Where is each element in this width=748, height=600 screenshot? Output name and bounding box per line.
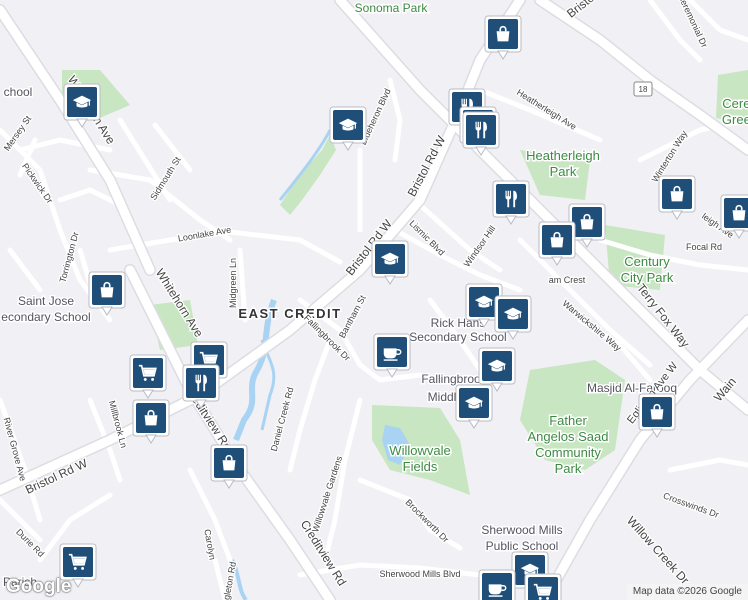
- road-label: Daniel Creek Rd: [269, 386, 296, 452]
- google-logo[interactable]: Google: [6, 576, 71, 598]
- area-label: Sonoma Park: [355, 1, 429, 15]
- map-marker-restaurant-icon[interactable]: [492, 180, 530, 225]
- road-label: Midgreen Ln: [228, 258, 238, 308]
- map-svg: Sonoma ParkHeatherleighParkCenturyCity P…: [0, 0, 748, 600]
- road-label: Brockworth Dr: [403, 497, 450, 544]
- area-label: Angelos Saad: [528, 429, 609, 444]
- area-label: EAST CREDIT: [238, 306, 341, 321]
- road-label: Loonlake Ave: [177, 224, 232, 243]
- area-label: chool: [4, 85, 33, 99]
- map-marker-cafe-icon[interactable]: [373, 333, 411, 378]
- area-label: econdary School: [1, 310, 90, 324]
- area-label: Father: [549, 413, 587, 428]
- area-label: Heatherleigh: [526, 148, 600, 163]
- area-label: Willowvale: [389, 443, 450, 458]
- map-marker-grocery-cart-icon[interactable]: [129, 354, 167, 399]
- road-label: am Crest: [549, 275, 586, 285]
- road-label: 18: [639, 85, 648, 94]
- road-label: Warwickshire Way: [561, 298, 624, 353]
- road-label: Focal Rd: [686, 242, 722, 252]
- map-marker-school-icon[interactable]: [455, 384, 493, 429]
- area-label: Public School: [486, 539, 559, 553]
- area-label: Saint Jose: [18, 294, 74, 308]
- road-label: River Grove Ave: [2, 416, 29, 482]
- map-canvas[interactable]: Sonoma Park Heatherleigh Park Century City P…: [0, 0, 748, 600]
- road-label: Sherwood Mills Blvd: [379, 569, 460, 579]
- area-label: Fields: [403, 459, 438, 474]
- area-label: Ceren: [722, 96, 748, 111]
- map-marker-cafe-icon[interactable]: [478, 569, 516, 600]
- road-label: Bristol: [564, 0, 599, 21]
- road-label: Ingleton Rd: [220, 561, 238, 600]
- area-label: Secondary School: [409, 330, 506, 344]
- road-label: Carolyn: [202, 528, 217, 560]
- area-label: Park: [550, 164, 577, 179]
- road-label: Willow Creek Dr: [624, 514, 692, 587]
- map-marker-shopping-bag-icon[interactable]: [132, 399, 170, 444]
- area-label: Sherwood Mills: [481, 523, 562, 537]
- map-marker-shopping-bag-icon[interactable]: [538, 221, 576, 266]
- area-label: Century: [624, 254, 670, 269]
- map-marker-school-icon[interactable]: [371, 240, 409, 285]
- road-label: Crosswinds Dr: [662, 490, 720, 519]
- map-marker-grocery-cart-icon[interactable]: [524, 573, 562, 600]
- area-label: Fallingbrook: [421, 372, 487, 386]
- area-label: Community: [535, 445, 601, 460]
- map-attribution[interactable]: Map data ©2026 Google: [626, 584, 748, 600]
- map-marker-shopping-bag-icon[interactable]: [88, 271, 126, 316]
- map-marker-restaurant-icon[interactable]: [462, 111, 500, 156]
- area-label: Green: [722, 112, 748, 127]
- area-label: Park: [555, 461, 582, 476]
- map-marker-shopping-bag-icon[interactable]: [658, 175, 696, 220]
